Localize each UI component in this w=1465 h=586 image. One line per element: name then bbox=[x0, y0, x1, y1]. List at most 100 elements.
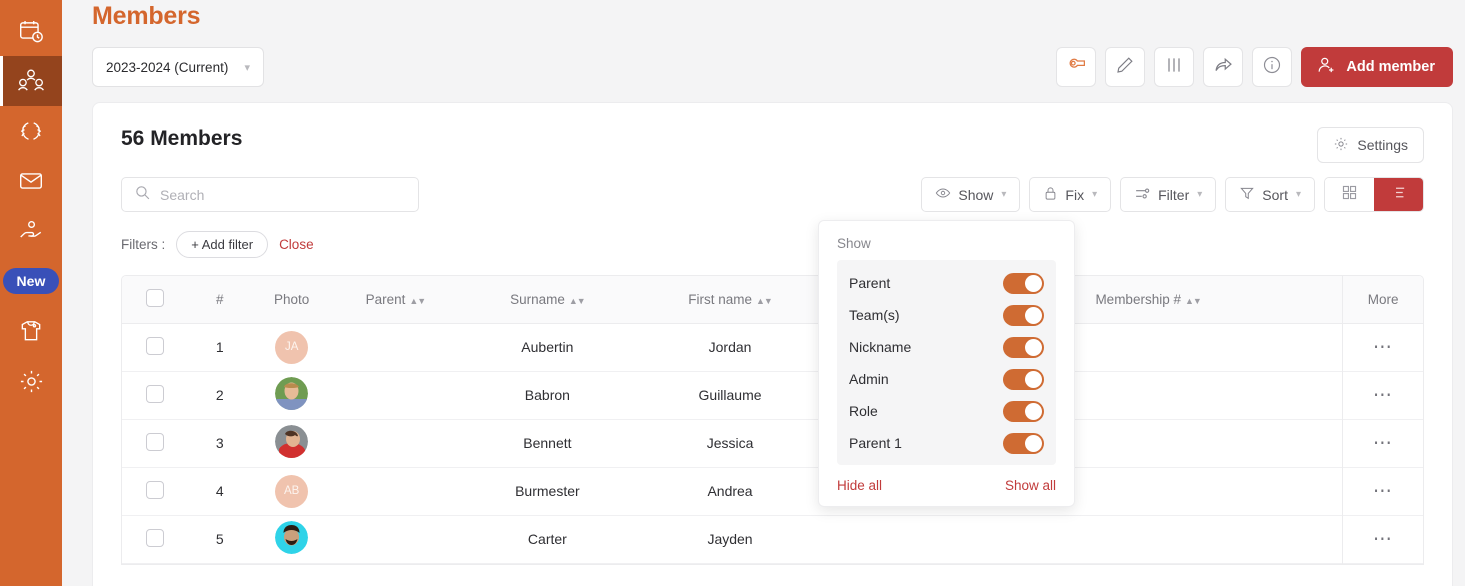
row-parent bbox=[332, 371, 459, 419]
toggle-switch[interactable] bbox=[1003, 304, 1044, 326]
row-checkbox[interactable] bbox=[145, 480, 164, 499]
row-checkbox[interactable] bbox=[145, 528, 164, 547]
sort-icon[interactable]: ▲▼ bbox=[756, 296, 773, 306]
chevron-down-icon: ▾ bbox=[244, 61, 250, 74]
lock-icon bbox=[1043, 186, 1058, 204]
hand-heart-icon bbox=[18, 218, 44, 244]
row-first-name: Andrea bbox=[707, 483, 753, 499]
sort-icon[interactable]: ▲▼ bbox=[569, 296, 586, 306]
settings-button[interactable]: Settings bbox=[1317, 127, 1424, 163]
sidebar-item-members[interactable] bbox=[0, 56, 62, 106]
share-button[interactable] bbox=[1203, 47, 1244, 87]
show-toggle-nickname[interactable]: Nickname bbox=[849, 331, 1044, 363]
sidebar-new-badge[interactable]: New bbox=[0, 256, 62, 306]
table-row[interactable]: 1 JA Aubertin Jordan ⋯ bbox=[122, 323, 1423, 371]
th-more: More bbox=[1342, 276, 1423, 324]
show-toggle-parent[interactable]: Parent bbox=[849, 267, 1044, 299]
row-more-cell[interactable]: ⋯ bbox=[1342, 515, 1423, 563]
sidebar-item-donation[interactable] bbox=[0, 206, 62, 256]
row-checkbox[interactable] bbox=[145, 384, 164, 403]
row-number: 2 bbox=[215, 387, 224, 403]
table-row[interactable]: 5 Carter Jayden ⋯ bbox=[122, 515, 1423, 563]
table-row[interactable]: 4 AB Burmester Andrea ⋯ bbox=[122, 467, 1423, 515]
th-select-all[interactable] bbox=[122, 276, 188, 324]
row-checkbox-cell[interactable] bbox=[122, 467, 188, 515]
columns-button[interactable] bbox=[1154, 47, 1195, 87]
add-filter-button[interactable]: + Add filter bbox=[176, 231, 269, 258]
row-more-cell[interactable]: ⋯ bbox=[1342, 419, 1423, 467]
ellipsis-icon[interactable]: ⋯ bbox=[1373, 385, 1394, 406]
sort-button[interactable]: Sort ▾ bbox=[1225, 177, 1315, 212]
jersey-shirt-icon bbox=[18, 318, 44, 344]
row-more-cell[interactable]: ⋯ bbox=[1342, 323, 1423, 371]
grid-view-icon bbox=[1341, 184, 1358, 206]
avatar bbox=[275, 521, 309, 554]
show-toggle-role[interactable]: Role bbox=[849, 395, 1044, 427]
fix-button[interactable]: Fix ▾ bbox=[1029, 177, 1112, 212]
row-photo-cell bbox=[252, 371, 332, 419]
table-row[interactable]: 2 Babron Guillaume ⋯ bbox=[122, 371, 1423, 419]
show-toggle-teams[interactable]: Team(s) bbox=[849, 299, 1044, 331]
show-all-link[interactable]: Show all bbox=[1005, 478, 1056, 493]
season-select[interactable]: 2023-2024 (Current) ▾ bbox=[92, 47, 264, 87]
row-surname: Bennett bbox=[523, 435, 572, 451]
sidebar-item-results[interactable] bbox=[0, 106, 62, 156]
toggle-switch[interactable] bbox=[1003, 432, 1044, 454]
show-toggle-parent-1[interactable]: Parent 1 bbox=[849, 427, 1044, 459]
show-toggle-admin[interactable]: Admin bbox=[849, 363, 1044, 395]
row-more-cell[interactable]: ⋯ bbox=[1342, 467, 1423, 515]
sidebar-item-schedule[interactable] bbox=[0, 6, 62, 56]
chevron-down-icon: ▾ bbox=[1197, 189, 1203, 200]
row-photo-cell bbox=[252, 515, 332, 563]
toggle-switch[interactable] bbox=[1003, 400, 1044, 422]
show-button[interactable]: Show ▾ bbox=[921, 177, 1021, 212]
toggle-switch[interactable] bbox=[1003, 272, 1044, 294]
pencil-icon bbox=[1115, 55, 1135, 80]
th-surname[interactable]: Surname ▲▼ bbox=[459, 276, 636, 324]
th-parent[interactable]: Parent ▲▼ bbox=[331, 276, 459, 324]
filter-button[interactable]: Filter ▾ bbox=[1120, 177, 1217, 212]
add-member-button[interactable]: Add member bbox=[1301, 47, 1453, 87]
sort-icon[interactable]: ▲▼ bbox=[1185, 296, 1202, 306]
ellipsis-icon[interactable]: ⋯ bbox=[1373, 481, 1394, 502]
whistle-button[interactable] bbox=[1056, 47, 1097, 87]
grid-view-button[interactable] bbox=[1325, 178, 1374, 211]
row-checkbox-cell[interactable] bbox=[122, 323, 188, 371]
ellipsis-icon[interactable]: ⋯ bbox=[1373, 337, 1394, 358]
ellipsis-icon[interactable]: ⋯ bbox=[1373, 529, 1394, 550]
close-filters-link[interactable]: Close bbox=[279, 237, 314, 252]
sidebar-item-messages[interactable] bbox=[0, 156, 62, 206]
row-checkbox[interactable] bbox=[145, 432, 164, 451]
row-checkbox-cell[interactable] bbox=[122, 419, 188, 467]
sidebar-item-shop[interactable] bbox=[0, 306, 62, 356]
filter-button-label: Filter bbox=[1158, 186, 1190, 203]
search-box[interactable] bbox=[121, 177, 419, 212]
info-button[interactable] bbox=[1252, 47, 1293, 87]
row-surname: Aubertin bbox=[521, 339, 574, 355]
row-checkbox-cell[interactable] bbox=[122, 371, 188, 419]
ellipsis-icon[interactable]: ⋯ bbox=[1373, 433, 1394, 454]
toggle-switch[interactable] bbox=[1003, 368, 1044, 390]
sort-icon[interactable]: ▲▼ bbox=[409, 296, 426, 306]
show-toggle-label: Role bbox=[849, 403, 878, 419]
avatar: JA bbox=[275, 330, 309, 364]
table-row[interactable]: 3 Bennett Jessica ⋯ bbox=[122, 419, 1423, 467]
row-photo-cell: AB bbox=[252, 467, 332, 515]
season-select-value: 2023-2024 (Current) bbox=[106, 59, 229, 75]
hide-all-link[interactable]: Hide all bbox=[837, 478, 882, 493]
avatar bbox=[275, 425, 309, 458]
sidebar-item-settings[interactable] bbox=[0, 356, 62, 406]
edit-button[interactable] bbox=[1105, 47, 1146, 87]
th-first-name[interactable]: First name ▲▼ bbox=[635, 276, 825, 324]
table-tools-row: Show ▾ Fix ▾ bbox=[93, 163, 1452, 212]
select-all-checkbox[interactable] bbox=[145, 288, 164, 307]
list-view-button[interactable] bbox=[1374, 178, 1423, 211]
row-more-cell[interactable]: ⋯ bbox=[1342, 371, 1423, 419]
row-checkbox[interactable] bbox=[145, 336, 164, 355]
fix-button-label: Fix bbox=[1065, 186, 1085, 203]
info-icon bbox=[1262, 55, 1282, 80]
toggle-switch[interactable] bbox=[1003, 336, 1044, 358]
search-input[interactable] bbox=[160, 186, 406, 203]
row-checkbox-cell[interactable] bbox=[122, 515, 188, 563]
show-button-label: Show bbox=[958, 186, 994, 203]
